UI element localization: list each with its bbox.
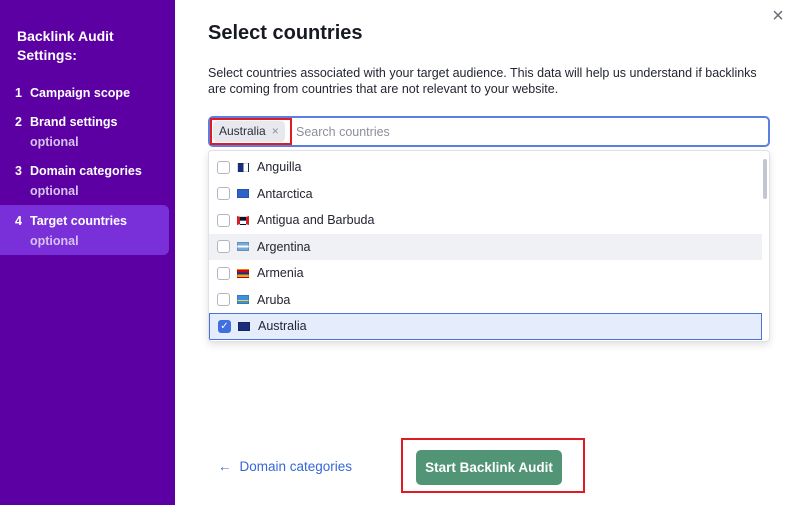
step-label: Campaign scope — [30, 86, 131, 100]
flag-antigua-icon — [237, 215, 249, 225]
step-optional-label: optional — [30, 234, 79, 248]
start-backlink-audit-button[interactable]: Start Backlink Audit — [416, 450, 562, 485]
dialog-description: Select countries associated with your ta… — [208, 66, 757, 96]
settings-sidebar: Backlink Audit Settings: 1 Campaign scop… — [0, 0, 175, 505]
checkbox[interactable] — [217, 293, 230, 307]
country-name: Antarctica — [257, 186, 313, 201]
flag-antarctica-icon — [237, 189, 249, 199]
step-optional-label: optional — [30, 184, 79, 198]
step-number: 1 — [15, 86, 22, 100]
step-brand-settings[interactable]: 2 Brand settings optional — [0, 111, 169, 161]
step-label: Brand settings — [30, 115, 118, 129]
remove-tag-icon[interactable]: × — [272, 121, 279, 142]
sidebar-title: Backlink Audit Settings: — [17, 28, 114, 63]
checkbox[interactable] — [217, 266, 230, 280]
selected-country-tag: Australia × — [213, 121, 285, 142]
step-optional-label: optional — [30, 135, 79, 149]
country-option-antarctica[interactable]: Antarctica — [209, 181, 762, 208]
country-option-aruba[interactable]: Aruba — [209, 287, 762, 314]
checkbox[interactable] — [217, 160, 230, 174]
checkbox-checked[interactable]: ✓ — [218, 319, 231, 333]
checkbox[interactable] — [217, 213, 230, 227]
back-link-label: Domain categories — [239, 459, 353, 474]
step-target-countries[interactable]: 4 Target countries optional — [0, 205, 169, 255]
country-dropdown[interactable]: Anguilla Antarctica Antigua and Barbuda … — [208, 150, 770, 342]
country-name: Antigua and Barbuda — [257, 213, 375, 228]
country-name: Anguilla — [257, 160, 302, 175]
step-number: 4 — [15, 214, 22, 228]
dropdown-scrollbar[interactable] — [762, 153, 767, 339]
checkbox[interactable] — [217, 187, 230, 201]
country-option-australia[interactable]: ✓ Australia — [209, 313, 762, 340]
flag-argentina-icon — [237, 242, 249, 252]
step-label: Target countries — [30, 214, 128, 228]
country-name: Australia — [258, 319, 307, 334]
search-input[interactable] — [296, 121, 756, 142]
country-name: Armenia — [257, 266, 304, 281]
back-domain-categories-link[interactable]: ← Domain categories — [218, 459, 352, 474]
close-icon[interactable]: × — [768, 6, 788, 26]
scrollbar-thumb[interactable] — [763, 159, 767, 199]
tag-label: Australia — [219, 124, 266, 138]
step-label: Domain categories — [30, 164, 142, 178]
flag-australia-icon — [238, 321, 250, 331]
step-number: 2 — [15, 115, 22, 129]
step-domain-categories[interactable]: 3 Domain categories optional — [0, 160, 169, 210]
flag-armenia-icon — [237, 268, 249, 278]
arrow-left-icon: ← — [218, 459, 232, 474]
flag-anguilla-icon — [237, 162, 249, 172]
page-title: Select countries — [208, 22, 363, 44]
country-option-antigua[interactable]: Antigua and Barbuda — [209, 207, 762, 234]
flag-aruba-icon — [237, 295, 249, 305]
step-number: 3 — [15, 164, 22, 178]
country-name: Aruba — [257, 292, 291, 307]
country-option-argentina[interactable]: Argentina — [209, 233, 762, 260]
dialog-main: × Select countries Select countries asso… — [175, 0, 800, 505]
country-option-armenia[interactable]: Armenia — [209, 260, 762, 287]
country-search-box[interactable]: Australia × — [208, 116, 770, 147]
checkbox[interactable] — [217, 240, 230, 254]
country-name: Argentina — [257, 239, 311, 254]
country-option-anguilla[interactable]: Anguilla — [209, 154, 762, 181]
